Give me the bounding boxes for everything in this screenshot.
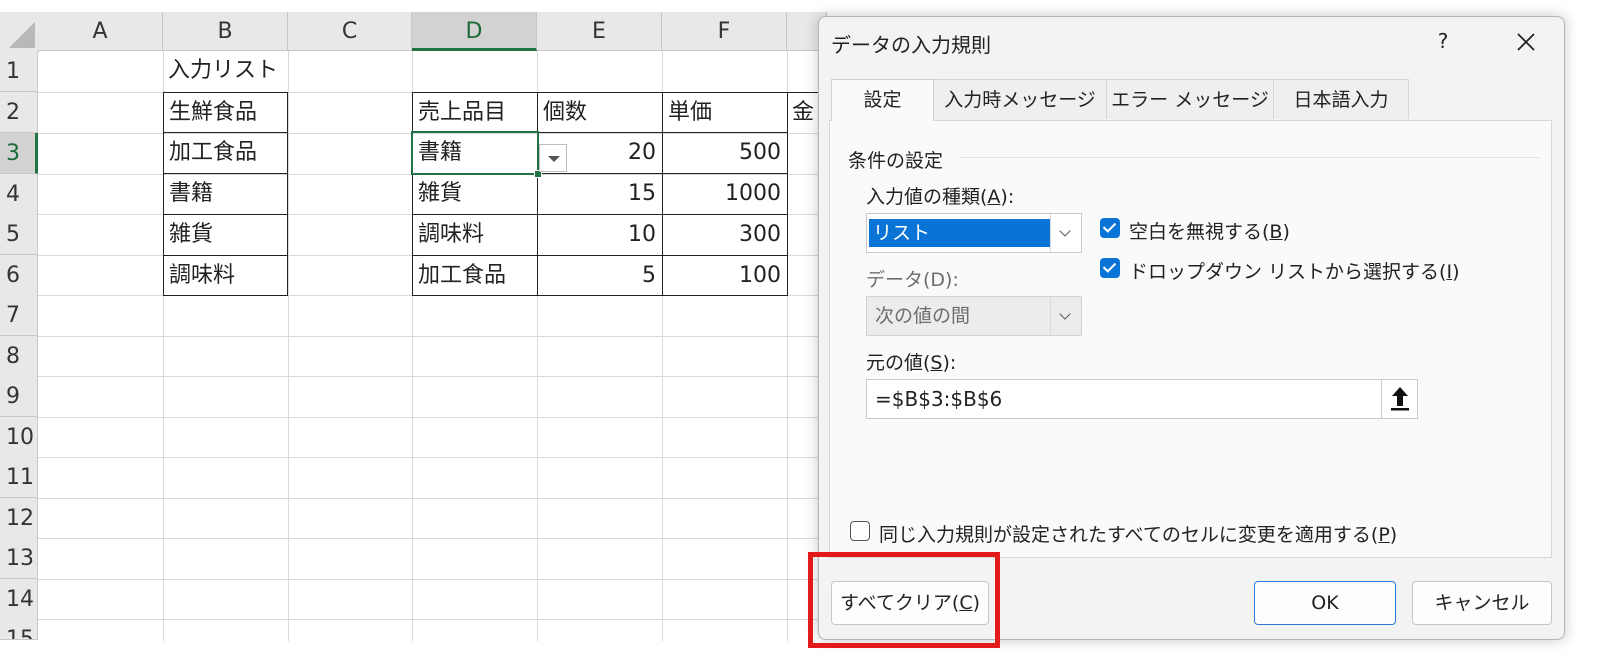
close-button[interactable] <box>1503 23 1549 59</box>
gridline <box>38 417 838 418</box>
row-header-5[interactable]: 5 <box>0 214 38 255</box>
column-header-a[interactable]: A <box>38 12 163 51</box>
gridline <box>38 579 838 580</box>
cell-f3[interactable]: 500 <box>662 132 788 174</box>
row-header-6[interactable]: 6 <box>0 255 38 296</box>
gridline <box>38 619 838 620</box>
collapse-dialog-button[interactable] <box>1381 380 1417 418</box>
cell-e5[interactable]: 10 <box>537 214 663 256</box>
ok-button[interactable]: OK <box>1254 581 1396 625</box>
column-header-c[interactable]: C <box>288 12 412 51</box>
active-cell-border <box>411 131 539 175</box>
gridline <box>38 376 838 377</box>
apply-all-checkbox[interactable] <box>850 521 870 541</box>
cell-b1[interactable]: 入力リスト <box>163 51 288 91</box>
chevron-down-icon <box>1050 297 1081 335</box>
arrow-up-icon <box>1391 387 1409 411</box>
allow-select[interactable]: リスト <box>866 213 1082 253</box>
cell-d4[interactable]: 雑貨 <box>412 173 538 215</box>
cell-d2[interactable]: 売上品目 <box>412 92 538 133</box>
data-select: 次の値の間 <box>866 296 1082 336</box>
in-cell-dropdown-checkbox[interactable] <box>1100 258 1120 278</box>
row-header-7[interactable]: 7 <box>0 295 38 336</box>
row-header-11[interactable]: 11 <box>0 457 38 498</box>
tab-ime-mode[interactable]: 日本語入力 <box>1273 79 1409 119</box>
row-header-13[interactable]: 13 <box>0 538 38 579</box>
gridline <box>38 457 838 458</box>
column-header-b[interactable]: B <box>163 12 288 51</box>
source-label: 元の値(S): <box>866 352 957 374</box>
cell-f6[interactable]: 100 <box>662 255 788 296</box>
group-divider <box>960 157 1540 158</box>
cell-b6[interactable]: 調味料 <box>163 255 288 296</box>
tab-settings[interactable]: 設定 <box>831 79 934 121</box>
allow-select-value: リスト <box>869 219 1051 247</box>
cancel-button[interactable]: キャンセル <box>1412 581 1552 625</box>
cell-f4[interactable]: 1000 <box>662 173 788 215</box>
group-title: 条件の設定 <box>848 150 944 172</box>
cell-d6[interactable]: 加工食品 <box>412 255 538 296</box>
ignore-blank-label[interactable]: 空白を無視する(B) <box>1129 217 1290 244</box>
row-header-12[interactable]: 12 <box>0 498 38 539</box>
select-all-corner[interactable] <box>0 12 39 52</box>
dialog-title: データの入力規則 <box>831 33 991 57</box>
tab-error-alert[interactable]: エラー メッセージ <box>1106 79 1274 119</box>
column-header-d[interactable]: D <box>412 12 537 51</box>
row-header-15[interactable]: 15 <box>0 619 38 640</box>
cell-dropdown-button[interactable] <box>539 144 567 172</box>
apply-all-label[interactable]: 同じ入力規則が設定されたすべてのセルに変更を適用する(P) <box>879 520 1397 547</box>
row-header-8[interactable]: 8 <box>0 336 38 377</box>
cell-f2[interactable]: 単価 <box>662 92 788 133</box>
allow-label: 入力値の種類(A): <box>866 186 1015 208</box>
cell-d5[interactable]: 調味料 <box>412 214 538 256</box>
column-header-e[interactable]: E <box>537 12 662 51</box>
gridline <box>38 336 838 337</box>
row-header-3[interactable]: 3 <box>0 133 38 174</box>
cell-e2[interactable]: 個数 <box>537 92 663 133</box>
gridline <box>38 538 838 539</box>
help-button[interactable]: ? <box>1423 23 1463 59</box>
row-header-14[interactable]: 14 <box>0 579 38 620</box>
gridline <box>288 51 289 641</box>
cell-b5[interactable]: 雑貨 <box>163 214 288 256</box>
row-header-9[interactable]: 9 <box>0 376 38 417</box>
row-header-1[interactable]: 1 <box>0 51 38 92</box>
cell-b3[interactable]: 加工食品 <box>163 132 288 174</box>
in-cell-dropdown-label[interactable]: ドロップダウン リストから選択する(I) <box>1129 257 1459 284</box>
data-validation-dialog: データの入力規則 ? 設定 入力時メッセージ エラー メッセージ 日本語入力 条… <box>818 16 1565 640</box>
row-header-4[interactable]: 4 <box>0 174 38 215</box>
clear-all-button[interactable]: すべてクリア(C) <box>831 581 989 625</box>
ignore-blank-checkbox[interactable] <box>1100 218 1120 238</box>
cell-b4[interactable]: 書籍 <box>163 173 288 215</box>
cell-f5[interactable]: 300 <box>662 214 788 256</box>
tab-input-message[interactable]: 入力時メッセージ <box>933 79 1107 119</box>
column-header-f[interactable]: F <box>662 12 787 51</box>
data-label: データ(D): <box>866 269 959 291</box>
gridline <box>38 498 838 499</box>
cell-e6[interactable]: 5 <box>537 255 663 296</box>
chevron-down-icon[interactable] <box>1050 214 1081 252</box>
data-select-value: 次の値の間 <box>875 305 971 327</box>
cell-e4[interactable]: 15 <box>537 173 663 215</box>
row-header-10[interactable]: 10 <box>0 417 38 458</box>
close-icon <box>1517 33 1535 51</box>
settings-panel: 条件の設定 入力値の種類(A): リスト 空白を無視する(B) ドロップダウン … <box>829 120 1552 558</box>
cell-b2[interactable]: 生鮮食品 <box>163 92 288 133</box>
row-header-2[interactable]: 2 <box>0 92 38 133</box>
source-input-value: =$B$3:$B$6 <box>875 387 1003 411</box>
source-input[interactable]: =$B$3:$B$6 <box>866 379 1418 419</box>
